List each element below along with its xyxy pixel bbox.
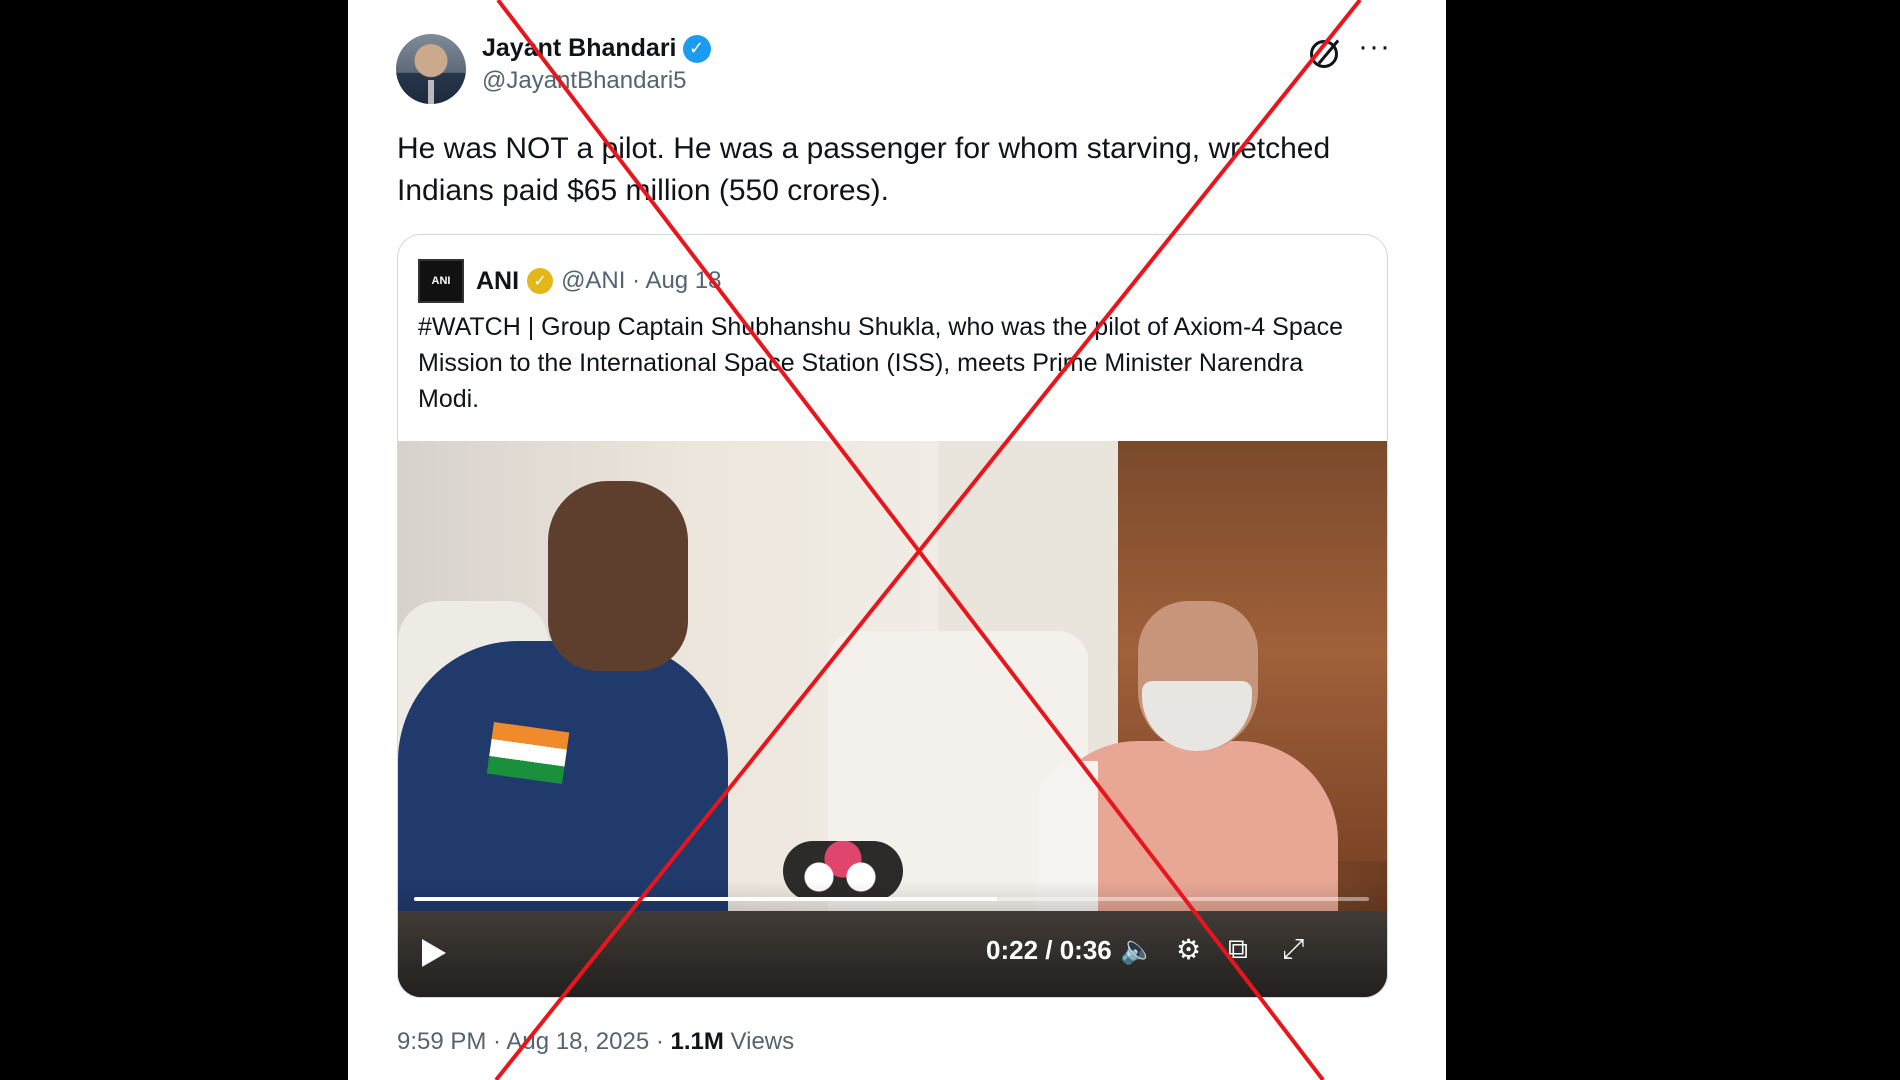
verified-badge-icon: ✓ bbox=[682, 34, 711, 63]
tweet-timestamp[interactable]: 9:59 PM · Aug 18, 2025 · 1.1M Views bbox=[397, 1028, 794, 1056]
grok-icon[interactable] bbox=[1310, 40, 1338, 68]
timestamp-text: 9:59 PM · Aug 18, 2025 · bbox=[397, 1028, 671, 1055]
black-border-right bbox=[1446, 0, 1900, 1080]
settings-icon[interactable]: ⚙ bbox=[1176, 933, 1201, 966]
quoted-tweet[interactable]: ANI ANI ✓ @ANI · Aug 18 #WATCH | Group C… bbox=[397, 234, 1388, 998]
video-scene-flag bbox=[486, 721, 570, 785]
fullscreen-icon[interactable]: ⤢ bbox=[1282, 933, 1304, 966]
quoted-handle-date: @ANI · Aug 18 bbox=[561, 267, 722, 294]
volume-icon[interactable]: 🔈 bbox=[1120, 933, 1155, 966]
views-label: Views bbox=[723, 1028, 795, 1055]
video-progress-fill bbox=[414, 897, 997, 901]
author-name[interactable]: Jayant Bhandari bbox=[482, 34, 677, 63]
ani-logo[interactable]: ANI bbox=[418, 259, 464, 303]
author-block: Jayant Bhandari ✓ @JayantBhandari5 bbox=[482, 34, 711, 95]
views-count: 1.1M bbox=[670, 1028, 724, 1055]
verified-gold-badge-icon: ✓ bbox=[527, 268, 554, 294]
video-player[interactable]: 0:22 / 0:36 🔈 ⚙ ⧉ ⤢ bbox=[398, 441, 1387, 997]
quoted-tweet-header: ANI ANI ✓ @ANI · Aug 18 bbox=[418, 259, 722, 303]
more-options-icon[interactable]: ··· bbox=[1358, 30, 1391, 64]
tweet-text: He was NOT a pilot. He was a passenger f… bbox=[397, 132, 1331, 207]
pip-icon[interactable]: ⧉ bbox=[1228, 933, 1248, 966]
video-time: 0:22 / 0:36 bbox=[986, 935, 1112, 965]
video-scene-head-left bbox=[548, 481, 688, 671]
black-border-left bbox=[0, 0, 348, 1080]
quoted-tweet-text: #WATCH | Group Captain Shubhanshu Shukla… bbox=[418, 313, 1344, 413]
avatar[interactable] bbox=[396, 34, 466, 104]
author-handle[interactable]: @JayantBhandari5 bbox=[482, 67, 711, 95]
tweet-card: Jayant Bhandari ✓ @JayantBhandari5 ··· H… bbox=[348, 0, 1446, 1080]
quoted-author-name: ANI bbox=[476, 266, 520, 295]
video-progress-bar[interactable] bbox=[414, 897, 1369, 901]
play-icon[interactable] bbox=[422, 939, 446, 967]
